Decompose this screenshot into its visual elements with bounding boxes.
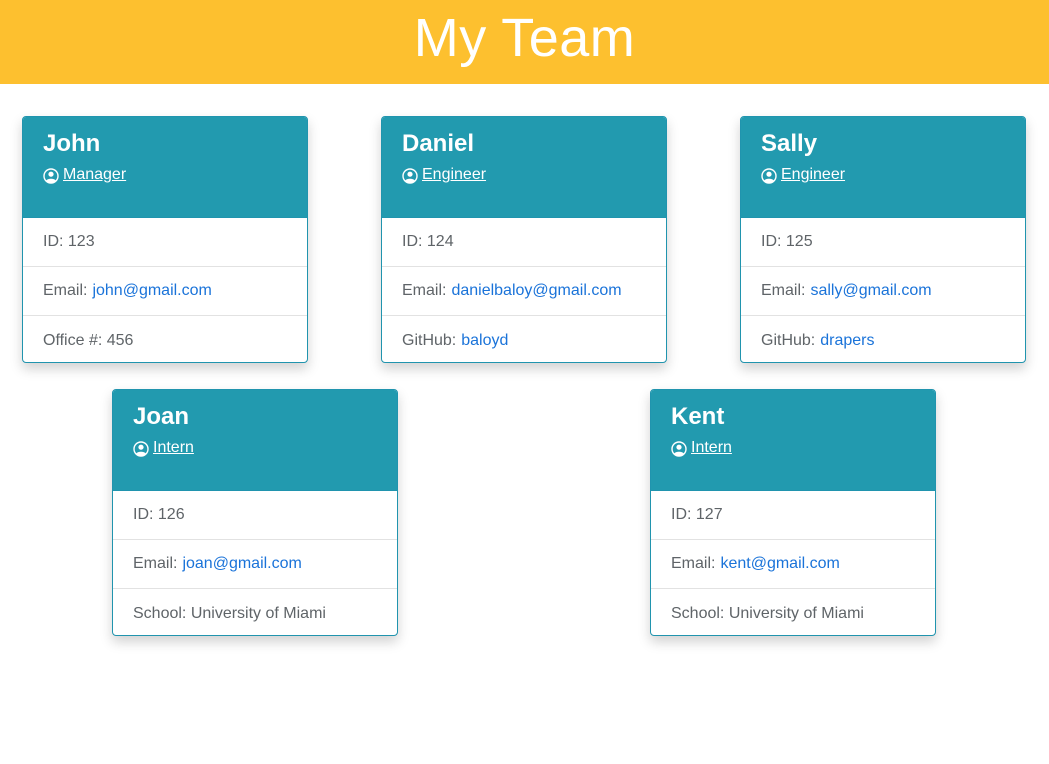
id-row: ID: 127	[651, 491, 935, 540]
page-header: My Team	[0, 0, 1049, 84]
id-row: ID: 124	[382, 218, 666, 267]
email-row: Email: joan@gmail.com	[113, 540, 397, 589]
email-link[interactable]: sally@gmail.com	[810, 282, 931, 300]
github-row: GitHub: baloyd	[382, 316, 666, 362]
role-link[interactable]: Intern	[691, 438, 732, 458]
email-label: Email:	[43, 282, 88, 299]
role-link[interactable]: Intern	[153, 438, 194, 458]
id-text: ID: 123	[43, 233, 95, 250]
id-text: ID: 126	[133, 506, 185, 523]
employee-role[interactable]: Intern	[133, 438, 377, 458]
email-row: Email: danielbaloy@gmail.com	[382, 267, 666, 316]
card-header: Kent Intern	[651, 390, 935, 491]
email-row: Email: sally@gmail.com	[741, 267, 1025, 316]
id-text: ID: 127	[671, 506, 723, 523]
user-circle-icon	[133, 441, 149, 457]
employee-name: Kent	[671, 403, 725, 430]
email-row: Email: john@gmail.com	[23, 267, 307, 316]
user-circle-icon	[671, 441, 687, 457]
role-link[interactable]: Manager	[63, 165, 126, 185]
user-circle-icon	[402, 168, 418, 184]
info-list: ID: 125 Email: sally@gmail.com GitHub: dra…	[741, 218, 1025, 362]
id-text: ID: 125	[761, 233, 813, 250]
employee-card: Joan Intern ID: 126 Email: joan@gmail.com…	[112, 389, 398, 636]
info-list: ID: 124 Email: danielbaloy@gmail.com GitH…	[382, 218, 666, 362]
office-text: Office #: 456	[43, 331, 134, 349]
id-row: ID: 125	[741, 218, 1025, 267]
user-circle-icon	[43, 168, 59, 184]
employee-card: Daniel Engineer ID: 124 Email: danielbalo…	[381, 116, 667, 363]
id-row: ID: 123	[23, 218, 307, 267]
employee-role[interactable]: Engineer	[402, 165, 646, 185]
card-header: Daniel Engineer	[382, 117, 666, 218]
school-text: School: University of Miami	[133, 604, 326, 622]
github-label: GitHub:	[402, 331, 457, 349]
github-label: GitHub:	[761, 331, 816, 349]
github-link[interactable]: drapers	[820, 332, 874, 350]
card-header: Sally Engineer	[741, 117, 1025, 218]
school-text: School: University of Miami	[671, 604, 864, 622]
page-title: My Team	[413, 8, 636, 68]
employee-role[interactable]: Manager	[43, 165, 287, 185]
info-list: ID: 127 Email: kent@gmail.com School: Uni…	[651, 491, 935, 635]
office-row: Office #: 456	[23, 316, 307, 362]
email-link[interactable]: kent@gmail.com	[720, 555, 839, 573]
email-label: Email:	[671, 555, 716, 572]
employee-role[interactable]: Engineer	[761, 165, 1005, 185]
id-row: ID: 126	[113, 491, 397, 540]
employee-card: Kent Intern ID: 127 Email: kent@gmail.com…	[650, 389, 936, 636]
role-link[interactable]: Engineer	[422, 165, 486, 185]
card-header: Joan Intern	[113, 390, 397, 491]
employee-name: Sally	[761, 130, 818, 157]
info-list: ID: 123 Email: john@gmail.com Office #: 4…	[23, 218, 307, 362]
github-row: GitHub: drapers	[741, 316, 1025, 362]
employee-card: Sally Engineer ID: 125 Email: sally@gmail…	[740, 116, 1026, 363]
info-list: ID: 126 Email: joan@gmail.com School: Uni…	[113, 491, 397, 635]
employee-name: Joan	[133, 403, 190, 430]
employee-name: Daniel	[402, 130, 475, 157]
email-link[interactable]: joan@gmail.com	[182, 555, 301, 573]
github-link[interactable]: baloyd	[461, 332, 508, 350]
email-link[interactable]: danielbaloy@gmail.com	[451, 282, 621, 300]
school-row: School: University of Miami	[113, 589, 397, 635]
email-label: Email:	[133, 555, 178, 572]
email-label: Email:	[761, 282, 806, 299]
role-link[interactable]: Engineer	[781, 165, 845, 185]
user-circle-icon	[761, 168, 777, 184]
id-text: ID: 124	[402, 233, 454, 250]
employee-card: John Manager ID: 123 Email: john@gmail.co…	[22, 116, 308, 363]
school-row: School: University of Miami	[651, 589, 935, 635]
employee-name: John	[43, 130, 101, 157]
email-link[interactable]: john@gmail.com	[92, 282, 211, 300]
email-label: Email:	[402, 282, 447, 299]
employee-role[interactable]: Intern	[671, 438, 915, 458]
email-row: Email: kent@gmail.com	[651, 540, 935, 589]
card-header: John Manager	[23, 117, 307, 218]
